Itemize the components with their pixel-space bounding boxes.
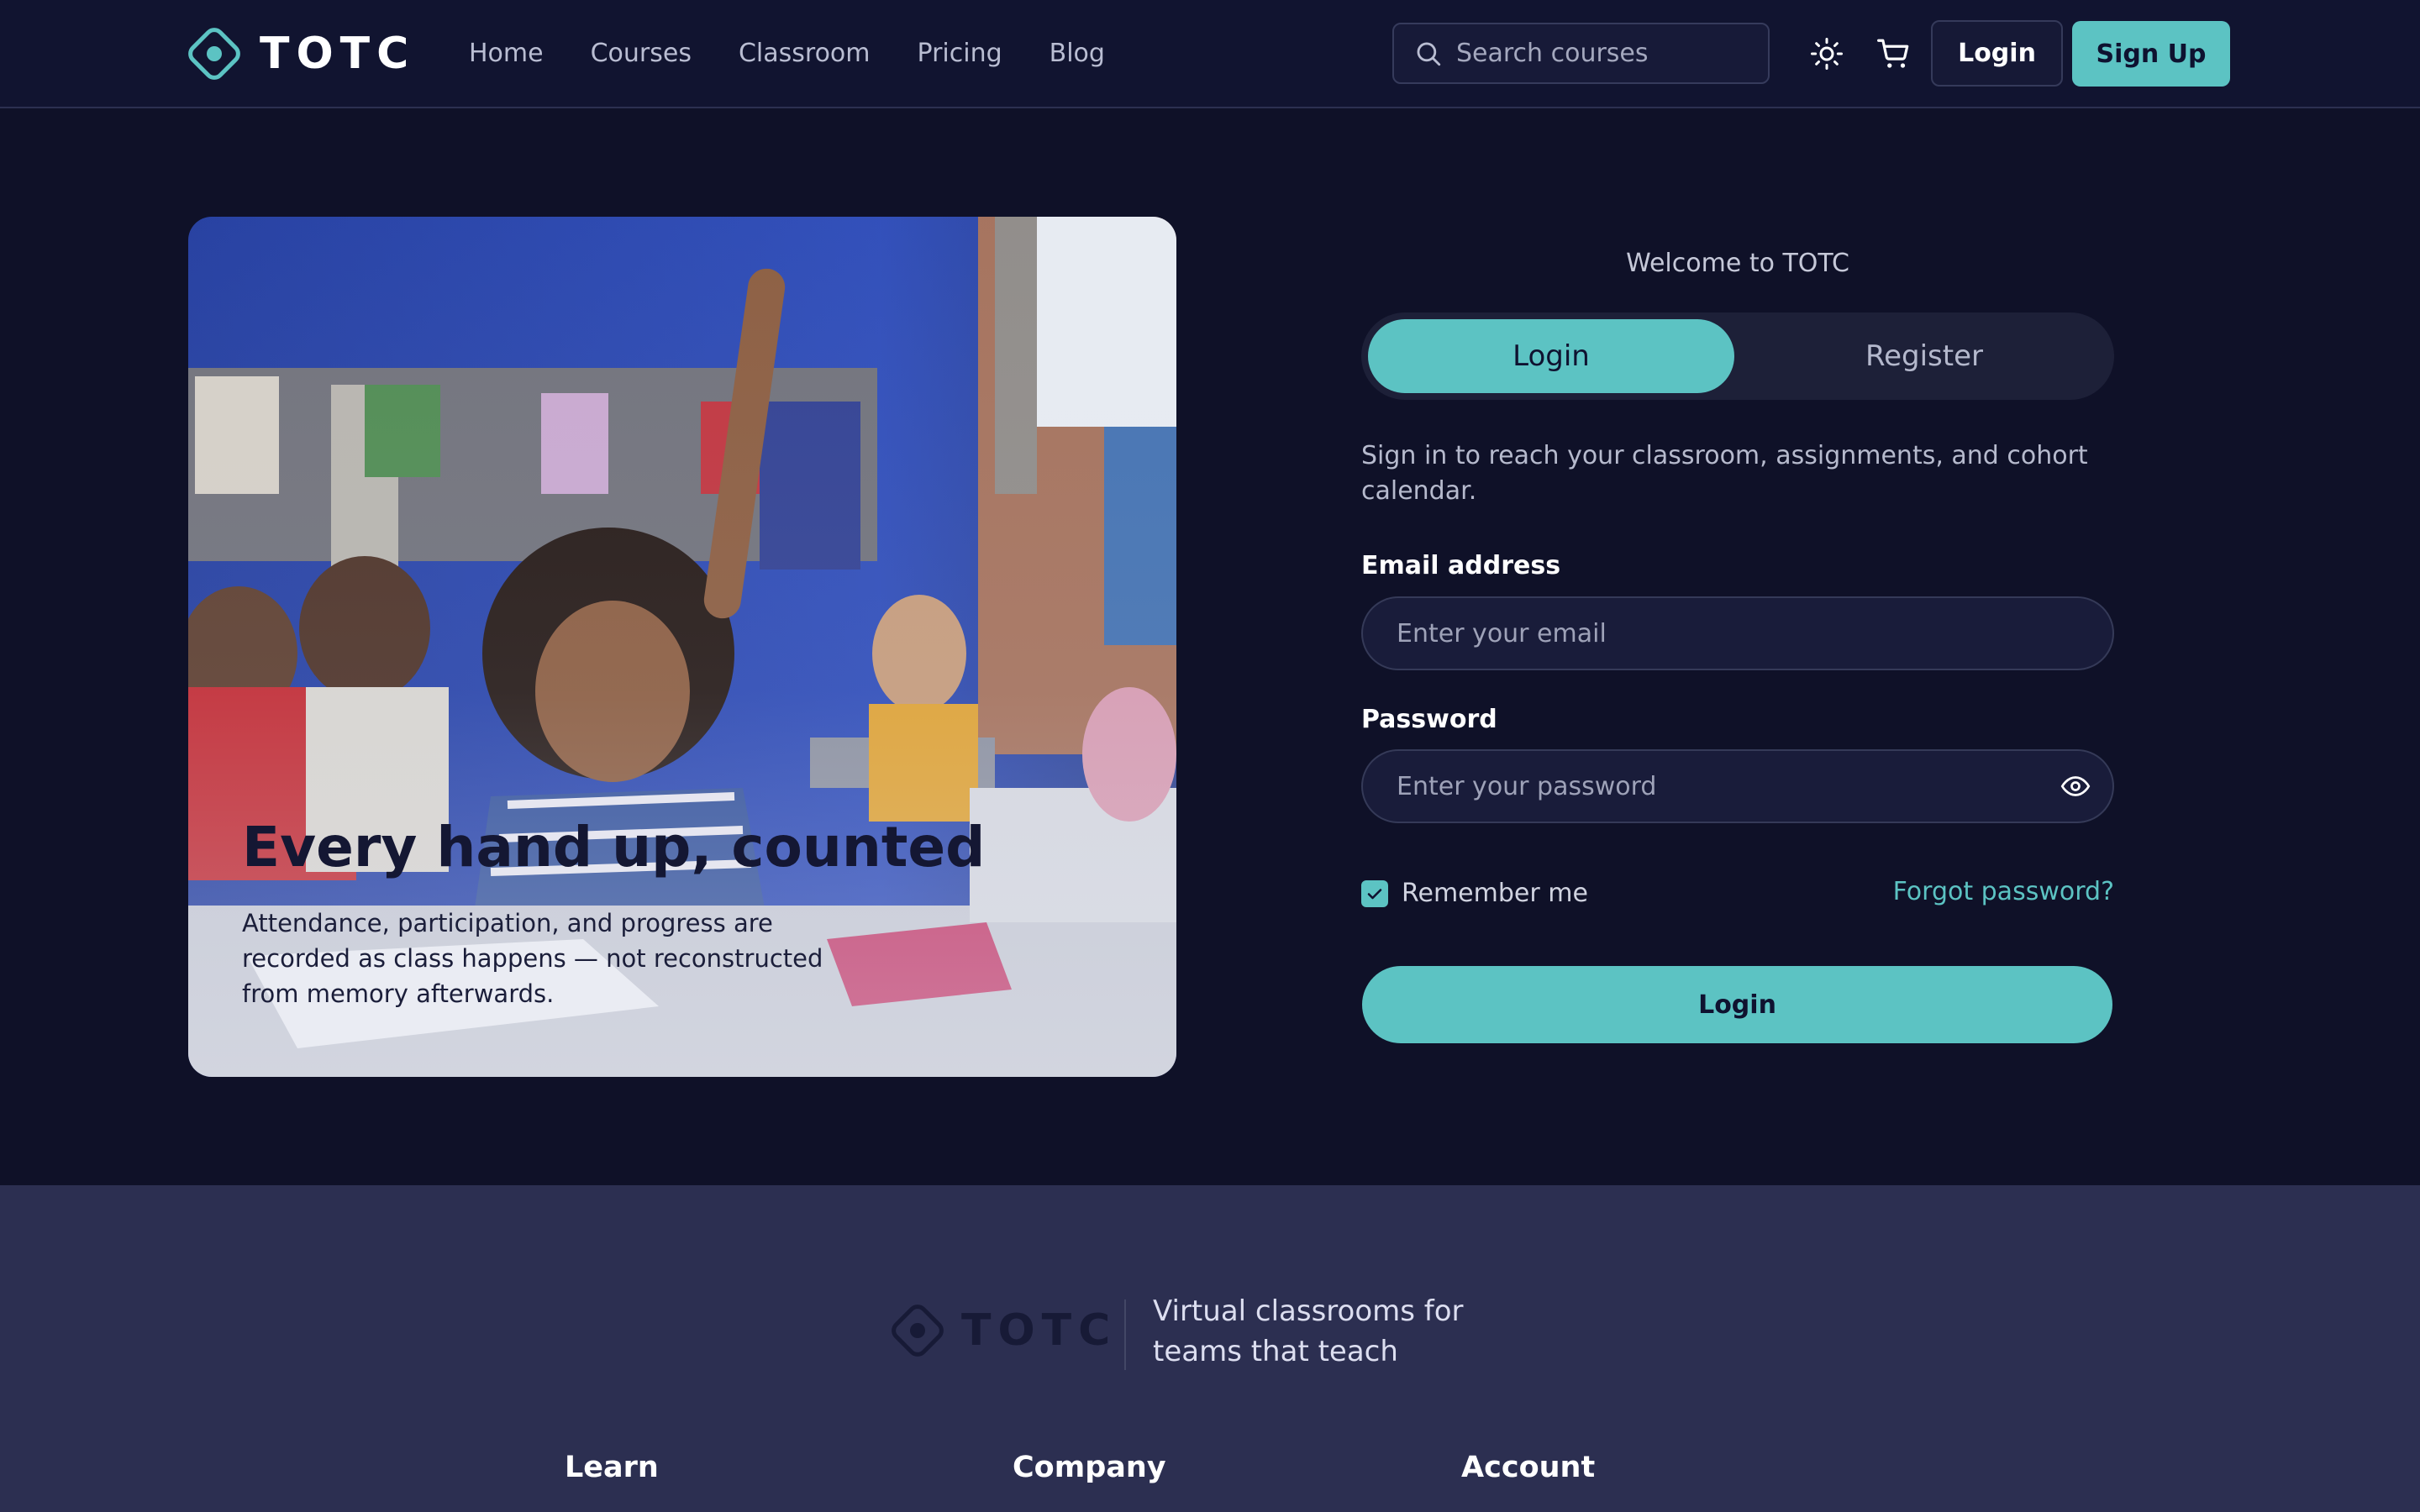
logo-mark-icon — [188, 28, 240, 80]
footer-divider — [1124, 1299, 1126, 1370]
top-navbar: TOTC Home Courses Classroom Pricing Blog — [0, 0, 2420, 108]
search-icon — [1417, 42, 1441, 66]
remember-label: Remember me — [1402, 879, 1588, 908]
footer-logo-mark-icon — [892, 1305, 944, 1357]
hero-title: Every hand up, counted — [242, 815, 986, 879]
nav-link-courses[interactable]: Courses — [591, 34, 692, 74]
footer-tagline: Virtual classrooms for teams that teach — [1153, 1294, 1464, 1368]
nav-signup-button[interactable]: Sign Up — [2072, 21, 2230, 87]
forgot-password-link[interactable]: Forgot password? — [1849, 877, 2114, 906]
email-field[interactable] — [1397, 598, 2052, 669]
welcome-heading: Welcome to TOTC — [1626, 249, 1849, 278]
cart-button[interactable] — [1871, 31, 1917, 76]
main-nav: Home Courses Classroom Pricing Blog — [469, 34, 1152, 74]
hero-subtitle: Attendance, participation, and progress … — [242, 909, 823, 1008]
footer: TOTC Virtual classrooms for teams that t… — [0, 1185, 2420, 1512]
footer-column-company: Company — [1013, 1451, 1166, 1484]
footer-column-account: Account — [1461, 1451, 1596, 1484]
email-field-wrapper — [1361, 596, 2114, 670]
nav-link-pricing[interactable]: Pricing — [918, 34, 1002, 74]
email-label: Email address — [1361, 551, 1561, 580]
hero-image-card: Every hand up, counted Attendance, parti… — [188, 217, 1176, 1077]
brand-name: TOTC — [260, 29, 416, 79]
password-field-wrapper — [1361, 749, 2114, 823]
auth-intro-text: Sign in to reach your classroom, assignm… — [1361, 441, 2088, 506]
theme-toggle-button[interactable] — [1804, 31, 1849, 76]
search-box — [1392, 23, 1770, 84]
checkmark-icon — [1367, 888, 1382, 899]
footer-brand-name: TOTC — [961, 1305, 1118, 1356]
nav-link-classroom[interactable]: Classroom — [739, 34, 871, 74]
nav-login-button[interactable]: Login — [1931, 20, 2063, 87]
footer-logo[interactable]: TOTC — [884, 1297, 1117, 1364]
login-submit-button[interactable]: Login — [1362, 966, 2112, 1043]
search-input[interactable] — [1456, 39, 1759, 68]
nav-link-home[interactable]: Home — [469, 34, 544, 74]
eye-icon[interactable] — [2060, 771, 2091, 801]
auth-tabs: Login Register — [1361, 312, 2114, 400]
sun-icon — [1811, 38, 1843, 70]
remember-me: Remember me — [1361, 879, 1588, 908]
brand-logo[interactable]: TOTC — [181, 20, 415, 87]
password-field[interactable] — [1397, 751, 2052, 822]
nav-link-blog[interactable]: Blog — [1050, 34, 1105, 74]
remember-checkbox[interactable] — [1361, 879, 1388, 907]
password-label: Password — [1361, 705, 1497, 734]
tab-register[interactable]: Register — [1741, 319, 2107, 393]
cart-icon — [1877, 39, 1909, 68]
tab-login[interactable]: Login — [1368, 319, 1734, 393]
footer-column-learn: Learn — [565, 1451, 659, 1484]
